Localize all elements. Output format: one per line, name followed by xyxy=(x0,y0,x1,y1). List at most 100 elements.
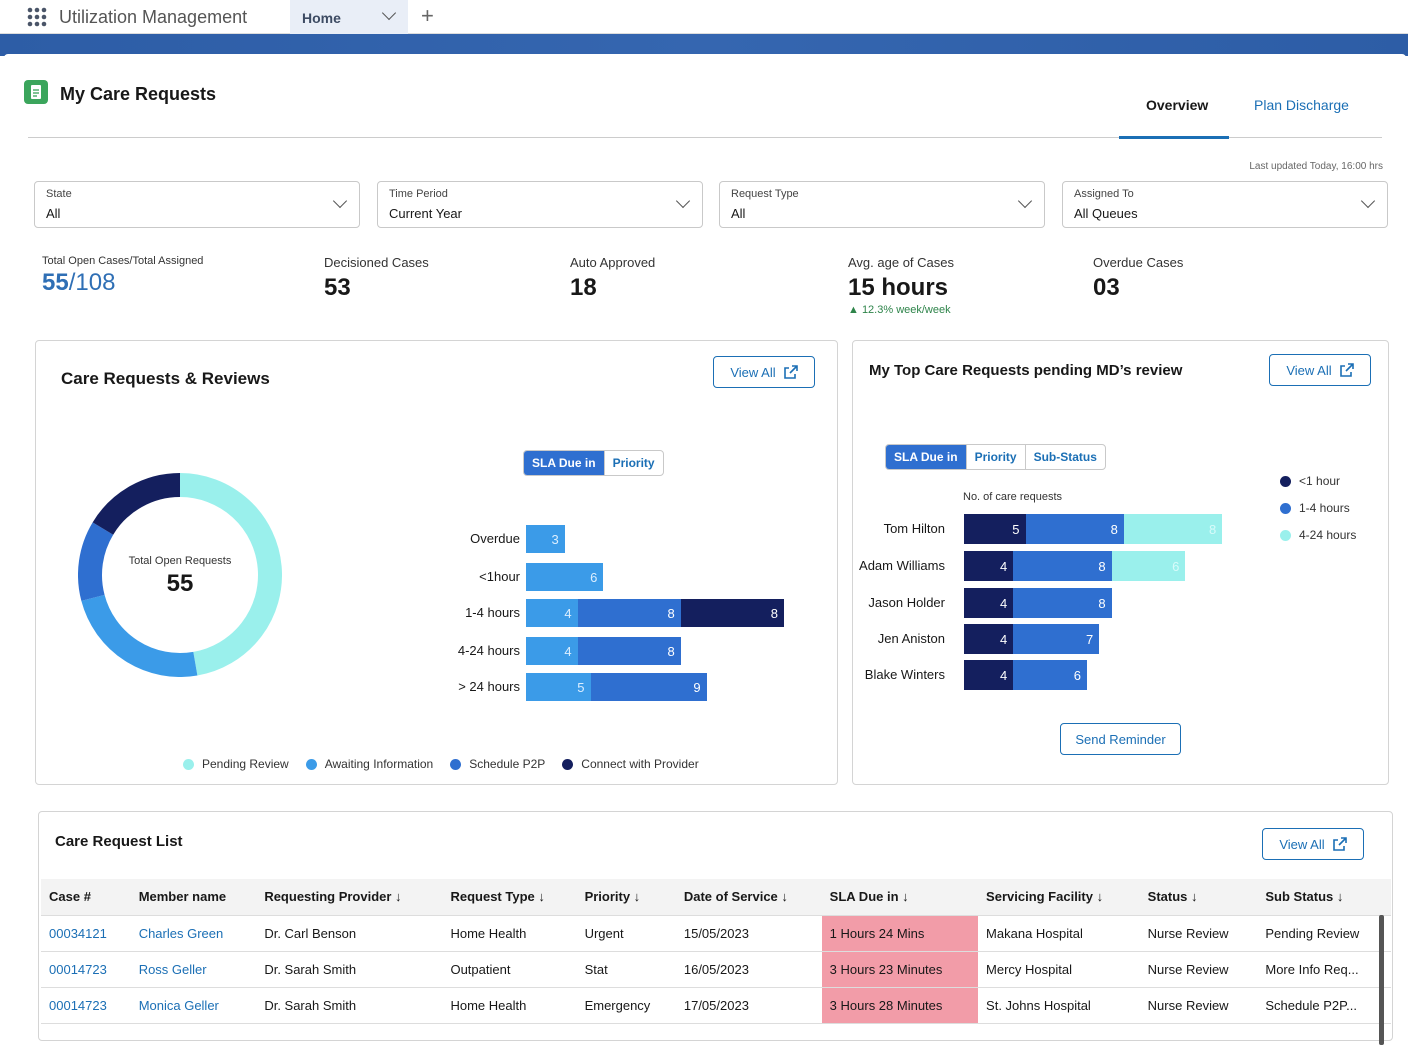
table-cell: St. Johns Hospital xyxy=(978,987,1140,1024)
bar-segment[interactable]: 5 xyxy=(526,673,591,701)
send-reminder-button[interactable]: Send Reminder xyxy=(1060,723,1181,755)
bar-segment[interactable]: 7 xyxy=(1013,624,1100,654)
bar-category-label: > 24 hours xyxy=(458,679,520,694)
table-cell: Nurse Review xyxy=(1139,915,1258,952)
bar-segment[interactable]: 3 xyxy=(526,525,565,553)
table-row[interactable]: 00034121 Charles Green Dr. Carl Benson Home… xyxy=(41,915,1391,952)
bar-segment[interactable]: 6 xyxy=(526,563,604,591)
bar-segment[interactable]: 6 xyxy=(1013,660,1087,690)
request-type-filter[interactable]: Request Type All xyxy=(719,181,1045,228)
kpi-decisioned: Decisioned Cases 53 xyxy=(324,255,429,302)
legend-dot-icon xyxy=(1280,529,1291,541)
case-number-link[interactable]: 00014723 xyxy=(41,951,131,988)
legend-label: Schedule P2P xyxy=(469,757,546,771)
bar-segment[interactable]: 8 xyxy=(1013,551,1112,581)
kpi-value: 55/108 xyxy=(42,269,203,297)
member-name-link[interactable]: Monica Geller xyxy=(130,987,257,1024)
table-cell: Emergency xyxy=(576,987,676,1024)
legend-label: Connect with Provider xyxy=(581,757,699,771)
app-launcher-icon[interactable] xyxy=(27,7,47,27)
bar-category-label: Overdue xyxy=(470,531,520,546)
care-requests-reviews-panel: Care Requests & Reviews View All SLA Due… xyxy=(35,340,838,785)
tab-home[interactable]: Home xyxy=(290,0,408,34)
bar-segment[interactable]: 5 xyxy=(964,514,1026,544)
legend-item: <1 hour xyxy=(1280,474,1356,488)
column-header[interactable]: Servicing Facility ↓ xyxy=(978,879,1140,916)
column-header[interactable]: Date of Service ↓ xyxy=(675,879,822,916)
bar-segment[interactable]: 8 xyxy=(1123,514,1223,544)
member-name-link[interactable]: Ross Geller xyxy=(130,951,257,988)
table-cell: Pending Review xyxy=(1257,915,1391,952)
legend-label: Awaiting Information xyxy=(324,757,434,771)
app-title: Utilization Management xyxy=(59,7,248,27)
tab-plan-discharge[interactable]: Plan Discharge xyxy=(1254,97,1349,113)
column-header[interactable]: Request Type ↓ xyxy=(442,879,577,916)
view-all-button[interactable]: View All xyxy=(1262,828,1364,860)
case-number-link[interactable]: 00034121 xyxy=(41,915,131,952)
legend-item: Awaiting Information xyxy=(305,757,434,771)
bar-segment[interactable]: 4 xyxy=(964,588,1014,618)
bar-category-label: 4-24 hours xyxy=(457,643,520,658)
header-banner xyxy=(0,34,1408,56)
legend-dot-icon xyxy=(450,758,462,770)
assigned-to-filter[interactable]: Assigned To All Queues xyxy=(1062,181,1388,228)
chevron-down-icon xyxy=(675,193,691,209)
table-cell: Dr. Carl Benson xyxy=(256,915,443,952)
legend-item: 4-24 hours xyxy=(1280,528,1356,542)
bar-segment[interactable]: 8 xyxy=(577,599,681,627)
last-updated: Last updated Today, 16:00 hrs xyxy=(1249,161,1383,172)
bar-category-label: Jason Holder xyxy=(868,595,945,610)
page-title: My Care Requests xyxy=(60,84,217,104)
column-header[interactable]: Priority ↓ xyxy=(576,879,676,916)
bar-segment[interactable]: 8 xyxy=(680,599,784,627)
md-review-legend: <1 hour 1-4 hours 4-24 hours xyxy=(1280,474,1356,542)
chevron-down-icon[interactable] xyxy=(381,5,397,21)
table-cell: 1 Hours 24 Mins xyxy=(821,915,979,952)
chevron-down-icon xyxy=(1017,193,1033,209)
legend-item: Pending Review xyxy=(183,757,289,771)
member-name-link[interactable]: Charles Green xyxy=(130,915,257,952)
table-cell: 3 Hours 23 Minutes xyxy=(821,951,979,988)
bar-segment[interactable]: 4 xyxy=(964,660,1014,690)
table-row[interactable]: 00014723 Monica Geller Dr. Sarah Smith Home… xyxy=(41,987,1391,1024)
bar-category-label: Blake Winters xyxy=(864,667,945,682)
bar-segment[interactable]: 4 xyxy=(964,624,1014,654)
column-header[interactable]: Case # xyxy=(41,879,131,916)
table-cell: Nurse Review xyxy=(1139,987,1258,1024)
tab-overview[interactable]: Overview xyxy=(1146,97,1208,113)
table-cell: Mercy Hospital xyxy=(978,951,1140,988)
bar-segment[interactable]: 9 xyxy=(590,673,707,701)
column-header[interactable]: Status ↓ xyxy=(1139,879,1258,916)
bar-segment[interactable]: 4 xyxy=(964,551,1014,581)
column-header[interactable]: SLA Due in ↓ xyxy=(821,879,979,916)
case-number-link[interactable]: 00014723 xyxy=(41,987,131,1024)
legend-item: Schedule P2P xyxy=(450,757,545,771)
filter-label: Request Type xyxy=(731,188,799,200)
state-filter[interactable]: State All xyxy=(34,181,360,228)
legend-label: 1-4 hours xyxy=(1299,501,1350,515)
table-cell: More Info Req... xyxy=(1257,951,1391,988)
filter-value: Current Year xyxy=(389,206,462,221)
new-tab-button[interactable]: + xyxy=(421,3,434,29)
bar-segment[interactable]: 4 xyxy=(526,599,578,627)
column-header[interactable]: Requesting Provider ↓ xyxy=(256,879,443,916)
document-icon xyxy=(24,80,48,104)
kpi-value: 03 xyxy=(1093,274,1120,301)
kpi-label: Avg. age of Cases xyxy=(848,255,954,270)
bar-segment[interactable]: 8 xyxy=(577,637,681,665)
bar-segment[interactable]: 4 xyxy=(526,637,578,665)
tab-home-label: Home xyxy=(302,10,341,26)
bar-segment[interactable]: 6 xyxy=(1111,551,1186,581)
filter-value: All xyxy=(731,206,746,221)
legend-dot-icon xyxy=(562,758,574,770)
bar-segment[interactable]: 8 xyxy=(1013,588,1112,618)
bar-segment[interactable]: 8 xyxy=(1025,514,1124,544)
table-row[interactable]: 00014723 Ross Geller Dr. Sarah Smith Outpat… xyxy=(41,951,1391,988)
donut-legend: Pending Review Awaiting Information Schedu… xyxy=(183,757,699,771)
column-header[interactable]: Sub Status ↓ xyxy=(1257,879,1391,916)
column-header[interactable]: Member name xyxy=(130,879,257,916)
time-period-filter[interactable]: Time Period Current Year xyxy=(377,181,703,228)
scrollbar[interactable] xyxy=(1379,915,1384,1045)
table-cell: Schedule P2P... xyxy=(1257,987,1391,1024)
panel-title: Care Request List xyxy=(55,833,183,850)
